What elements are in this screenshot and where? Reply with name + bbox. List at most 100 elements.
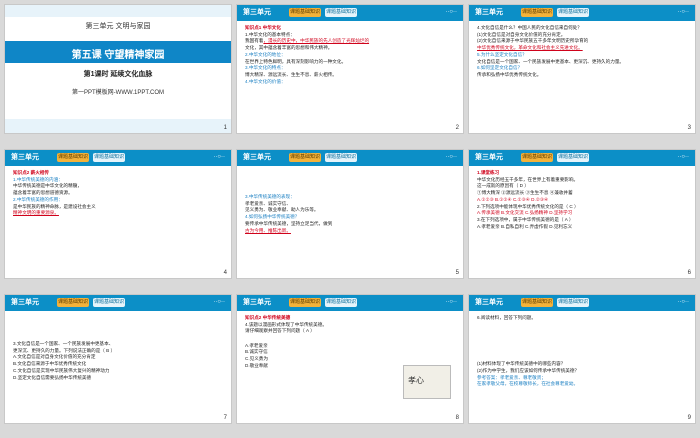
slide-header: 第三单元 课题基础知识 课题基础知识 ··○·· [237,150,463,166]
text-line: A.传承美德 B.文化交流 C.弘扬精神 D.坚持学习 [477,210,573,216]
page-dots: ··○·· [213,154,225,160]
slide-body: 知识点1 中华文化 1.中华文化的基本特点： 我国有着，漫长的历史中，中华民族的… [245,25,455,85]
text-line: 见义勇为、敬业奉献、助人为乐等。 [245,207,319,213]
text-line: 1.中华传统美德的内涵： [13,176,63,182]
slide-number: 7 [223,415,227,421]
text-line: 在家孝敬父母，在校尊敬师长，在社会尊老爱幼。 [477,381,579,387]
text-line: 4.文化自信是什么？中国人民的文化自信来自何处？ [477,25,582,30]
tab-basic-knowledge: 课题基础知识 [521,8,553,17]
slide-number: 4 [223,270,227,276]
tab-basic-knowledge: 课题基础知识 [521,153,553,162]
text-line: 古为今用、推陈出新。 [245,227,291,233]
text-line: 精神文明的重要源泉。 [13,210,59,216]
slide-header: 第三单元 课题基础知识 课题基础知识 ··○·· [469,150,695,166]
slide-body: 3.中华传统美德的表现： 孝老爱亲、诚实守信、 见义勇为、敬业奉献、助人为乐等。… [245,194,455,234]
tab-basic-knowledge: 课题基础知识 [289,8,321,17]
slide-header: 第三单元 课题基础知识 课题基础知识 ··○·· [5,295,231,311]
tab-basic-knowledge-2: 课题基础知识 [325,153,357,162]
text-line: 文化自信是一个国家、一个民族发展中更基本、更深沉、更持久的力量。 [477,58,625,64]
text-line: (1)材料体现了中华传统美德中的哪些内容？ [477,361,566,367]
tab-basic-knowledge-2: 课题基础知识 [93,298,125,307]
unit-label: 第三单元 [11,154,39,161]
text-line: 中华优秀传统文化，革命文化和社会主义先进文化。 [477,45,583,51]
text-line: 在世界上特色鲜明，具有深刻影响力的一种文化。 [245,58,347,64]
text-line: 3.文化自信是一个国家、一个民族发展中更基本、 [13,341,114,346]
section-heading: 1.课堂练习 [477,170,500,175]
text-line: 2.下列选项中能体现中华优秀传统文化的是（ C ） [477,203,579,209]
unit-label: 第三单元 [243,299,271,306]
slide-header: 第三单元 课题基础知识 课题基础知识 ··○·· [469,5,695,21]
text-line: D.坚定文化自信需要弘扬中华传统美德 [13,374,92,380]
text-line: 1.中华文化的基本特点： [245,31,295,37]
slide-thumbnail-grid: 第三单元 文明与家园 第五课 守望精神家园 第1课时 延续文化血脉 第一PPT模… [0,0,700,438]
tab-basic-knowledge: 课题基础知识 [57,153,89,162]
section-heading: 知识点1 中华文化 [245,25,281,30]
slide-thumbnail-3[interactable]: 第三单元 课题基础知识 课题基础知识 ··○·· 4.文化自信是什么？中国人民的… [468,4,696,134]
slide-body: 1.课堂练习 中华文化历经五千多年，在世界上有着重要影响。 这一成就的原因有（ … [477,170,687,230]
page-dots: ··○·· [445,299,457,305]
slide-body: 知识点2 薪火相传 1.中华传统美德的内涵： 中华传统美德是中华文化的精髓， 蕴… [13,170,223,217]
text-line: 文化，其中蕴含着丰富的思想和伟大精神。 [245,45,333,51]
cover-lesson-title: 第五课 守望精神家园 [71,50,165,61]
slide-thumbnail-1[interactable]: 第三单元 文明与家园 第五课 守望精神家园 第1课时 延续文化血脉 第一PPT模… [4,4,232,134]
text-line: 3.中华文化的特点： [245,65,286,71]
text-line: C.文化自信是实现中华民族伟大复兴的精神动力 [13,367,110,373]
slide-header: 第三单元 课题基础知识 课题基础知识 ··○·· [5,150,231,166]
cover-bottom-band [5,119,231,133]
text-line: ①博大精深 ②源远流长 ③生生不息 ④兼收并蓄 [477,190,573,196]
page-dots: ··○·· [677,9,689,15]
text-line: 博大精深、源远流长、生生不息、薪火相传。 [245,71,337,77]
page-dots: ··○·· [445,9,457,15]
text-line: 3.中华传统美德的表现： [245,194,295,199]
text-line: 4.如何弘扬中华传统美德？ [245,214,300,220]
tab-basic-knowledge: 课题基础知识 [521,298,553,307]
text-line: 这一成就的原因有（ D ） [477,183,529,189]
text-line: C.见义勇为 [245,356,268,362]
slide-thumbnail-5[interactable]: 第三单元 课题基础知识 课题基础知识 ··○·· 3.中华传统美德的表现： 孝老… [236,149,464,279]
page-dots: ··○·· [213,299,225,305]
slide-body: 4.文化自信是什么？中国人民的文化自信来自何处？ (1)文化自信是对自身文化价值… [477,25,687,79]
unit-label: 第三单元 [475,299,503,306]
unit-label: 第三单元 [475,9,503,16]
slide-number: 8 [455,415,459,421]
slide-thumbnail-9[interactable]: 第三单元 课题基础知识 课题基础知识 ··○·· 6.阅读材料，回答下列问题。 … [468,294,696,424]
slide-thumbnail-7[interactable]: 第三单元 课题基础知识 课题基础知识 ··○·· 3.文化自信是一个国家、一个民… [4,294,232,424]
text-line: 3.在下列选项中，属于中华传统美德的是（ A ） [477,216,574,222]
text-line: A.①②③ B.①②④ C.①③④ D.②③④ [477,196,549,202]
slide-thumbnail-2[interactable]: 第三单元 课题基础知识 课题基础知识 ··○·· 知识点1 中华文化 1.中华文… [236,4,464,134]
text-line: 中华传统美德是中华文化的精髓， [13,183,82,189]
text-line: 请仔细观察并回答下列问题（ A ） [245,328,315,334]
slide-number: 9 [687,415,691,421]
page-dots: ··○·· [677,154,689,160]
cartoon-image: 孝心 [403,365,451,399]
text-line: (1)文化自信是对自身文化价值的充分肯定。 [477,31,566,37]
tab-basic-knowledge-2: 课题基础知识 [557,8,589,17]
slide-header: 第三单元 课题基础知识 课题基础知识 ··○·· [237,295,463,311]
text-line: 我国有着，漫长的历史中，中华民族的先人创造了光辉灿烂的 [245,38,370,44]
unit-label: 第三单元 [475,154,503,161]
text-line: (2)文化自信来源于中华民族五千多年文明历史所孕育的 [477,38,589,44]
text-line: 4.该题以漫画形式体现了中华传统美德。 [245,321,327,327]
slide-number: 5 [455,270,459,276]
cover-website: 第一PPT模板网-WWW.1PPT.COM [72,90,164,96]
cover-unit-title: 第三单元 文明与家园 [85,23,151,30]
tab-basic-knowledge-2: 课题基础知识 [325,298,357,307]
slide-thumbnail-4[interactable]: 第三单元 课题基础知识 课题基础知识 ··○·· 知识点2 薪火相传 1.中华传… [4,149,232,279]
slide-thumbnail-6[interactable]: 第三单元 课题基础知识 课题基础知识 ··○·· 1.课堂练习 中华文化历经五千… [468,149,696,279]
tab-basic-knowledge-2: 课题基础知识 [93,153,125,162]
tab-basic-knowledge-2: 课题基础知识 [325,8,357,17]
slide-number: 6 [687,270,691,276]
text-line: 参考答案：孝老爱亲、尊老敬贤； [477,374,546,380]
slide-body: 知识点2 中华传统美德 4.该题以漫画形式体现了中华传统美德。 请仔细观察并回答… [245,315,455,369]
tab-basic-knowledge-2: 课题基础知识 [557,153,589,162]
page-dots: ··○·· [445,154,457,160]
tab-basic-knowledge: 课题基础知识 [289,298,321,307]
text-line: 6.阅读材料，回答下列问题。 [477,315,536,320]
tab-basic-knowledge: 课题基础知识 [289,153,321,162]
slide-thumbnail-8[interactable]: 第三单元 课题基础知识 课题基础知识 ··○·· 知识点2 中华传统美德 4.该… [236,294,464,424]
text-line: A.孝老爱亲 B.自私自利 C.弄虚作假 D.见利忘义 [477,223,573,229]
text-line: A.文化自信是对自身文化价值的充分肯定 [13,354,96,360]
text-line: B.诚实守信 [245,349,268,355]
text-line: B.文化自信来源于中华优秀传统文化 [13,361,87,367]
slide-body: 6.阅读材料，回答下列问题。 (1)材料体现了中华传统美德中的哪些内容？ (2)… [477,315,687,388]
